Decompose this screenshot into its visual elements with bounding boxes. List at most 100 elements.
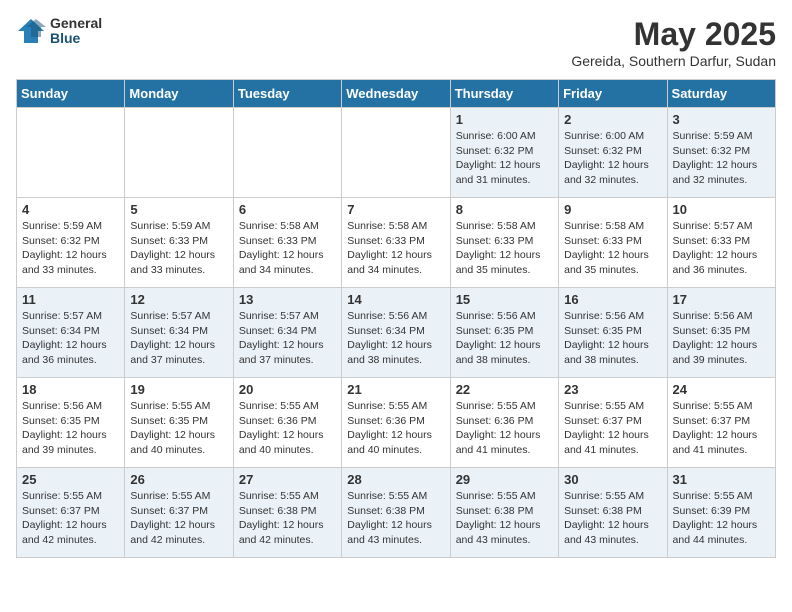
day-number: 26 — [130, 472, 227, 487]
page-header: General Blue May 2025 Gereida, Southern … — [16, 16, 776, 69]
day-info: Sunrise: 5:56 AM Sunset: 6:35 PM Dayligh… — [564, 309, 661, 368]
day-number: 22 — [456, 382, 553, 397]
calendar-cell: 16Sunrise: 5:56 AM Sunset: 6:35 PM Dayli… — [559, 288, 667, 378]
day-number: 4 — [22, 202, 119, 217]
weekday-header-wednesday: Wednesday — [342, 80, 450, 108]
calendar-cell — [233, 108, 341, 198]
day-number: 31 — [673, 472, 770, 487]
day-number: 9 — [564, 202, 661, 217]
calendar-cell: 25 Sunrise: 5:55 AM Sunset: 6:37 PM Dayli… — [17, 468, 125, 558]
day-info: Sunrise: 5:58 AM Sunset: 6:33 PM Dayligh… — [564, 219, 661, 278]
day-number: 28 — [347, 472, 444, 487]
weekday-header-friday: Friday — [559, 80, 667, 108]
day-number: 20 — [239, 382, 336, 397]
day-info: Sunrise: 5:59 AM Sunset: 6:32 PM Dayligh… — [22, 219, 119, 278]
calendar-cell: 24 Sunrise: 5:55 AM Sunset: 6:37 PM Dayli… — [667, 378, 775, 468]
weekday-header-monday: Monday — [125, 80, 233, 108]
calendar-cell: 30 Sunrise: 5:55 AM Sunset: 6:38 PM Dayli… — [559, 468, 667, 558]
weekday-header-thursday: Thursday — [450, 80, 558, 108]
calendar-cell: 8 Sunrise: 5:58 AM Sunset: 6:33 PM Daylig… — [450, 198, 558, 288]
calendar-cell: 6 Sunrise: 5:58 AM Sunset: 6:33 PM Daylig… — [233, 198, 341, 288]
weekday-header-sunday: Sunday — [17, 80, 125, 108]
calendar-cell: 9 Sunrise: 5:58 AM Sunset: 6:33 PM Daylig… — [559, 198, 667, 288]
calendar-cell: 28 Sunrise: 5:55 AM Sunset: 6:38 PM Dayli… — [342, 468, 450, 558]
day-number: 30 — [564, 472, 661, 487]
day-info: Sunrise: 5:55 AM Sunset: 6:37 PM Dayligh… — [130, 489, 227, 548]
day-info: Sunrise: 5:55 AM Sunset: 6:37 PM Dayligh… — [673, 399, 770, 458]
calendar-cell: 19Sunrise: 5:55 AM Sunset: 6:35 PM Dayli… — [125, 378, 233, 468]
day-info: Sunrise: 5:56 AM Sunset: 6:35 PM Dayligh… — [673, 309, 770, 368]
day-info: Sunrise: 5:57 AM Sunset: 6:34 PM Dayligh… — [22, 309, 119, 368]
calendar-cell: 12Sunrise: 5:57 AM Sunset: 6:34 PM Dayli… — [125, 288, 233, 378]
month-title: May 2025 — [571, 16, 776, 53]
day-number: 7 — [347, 202, 444, 217]
calendar-table: SundayMondayTuesdayWednesdayThursdayFrid… — [16, 79, 776, 558]
day-number: 29 — [456, 472, 553, 487]
calendar-cell: 22 Sunrise: 5:55 AM Sunset: 6:36 PM Dayli… — [450, 378, 558, 468]
day-info: Sunrise: 5:59 AM Sunset: 6:32 PM Dayligh… — [673, 129, 770, 188]
calendar-cell: 14 Sunrise: 5:56 AM Sunset: 6:34 PM Dayli… — [342, 288, 450, 378]
day-number: 6 — [239, 202, 336, 217]
day-info: Sunrise: 5:55 AM Sunset: 6:38 PM Dayligh… — [456, 489, 553, 548]
location-title: Gereida, Southern Darfur, Sudan — [571, 53, 776, 69]
day-info: Sunrise: 6:00 AM Sunset: 6:32 PM Dayligh… — [456, 129, 553, 188]
calendar-week-4: 18 Sunrise: 5:56 AM Sunset: 6:35 PM Dayli… — [17, 378, 776, 468]
calendar-cell: 2Sunrise: 6:00 AM Sunset: 6:32 PM Daylig… — [559, 108, 667, 198]
day-info: Sunrise: 5:55 AM Sunset: 6:37 PM Dayligh… — [22, 489, 119, 548]
day-info: Sunrise: 5:58 AM Sunset: 6:33 PM Dayligh… — [456, 219, 553, 278]
day-number: 27 — [239, 472, 336, 487]
logo: General Blue — [16, 16, 102, 47]
day-info: Sunrise: 5:59 AM Sunset: 6:33 PM Dayligh… — [130, 219, 227, 278]
day-number: 3 — [673, 112, 770, 127]
calendar-week-1: 1Sunrise: 6:00 AM Sunset: 6:32 PM Daylig… — [17, 108, 776, 198]
day-info: Sunrise: 6:00 AM Sunset: 6:32 PM Dayligh… — [564, 129, 661, 188]
day-number: 25 — [22, 472, 119, 487]
calendar-cell — [125, 108, 233, 198]
day-number: 8 — [456, 202, 553, 217]
day-number: 15 — [456, 292, 553, 307]
title-section: May 2025 Gereida, Southern Darfur, Sudan — [571, 16, 776, 69]
day-info: Sunrise: 5:55 AM Sunset: 6:37 PM Dayligh… — [564, 399, 661, 458]
day-number: 17 — [673, 292, 770, 307]
day-number: 19 — [130, 382, 227, 397]
logo-blue-text: Blue — [50, 31, 102, 46]
calendar-cell: 29 Sunrise: 5:55 AM Sunset: 6:38 PM Dayli… — [450, 468, 558, 558]
day-number: 5 — [130, 202, 227, 217]
calendar-cell: 7 Sunrise: 5:58 AM Sunset: 6:33 PM Daylig… — [342, 198, 450, 288]
day-number: 14 — [347, 292, 444, 307]
calendar-week-3: 11 Sunrise: 5:57 AM Sunset: 6:34 PM Dayli… — [17, 288, 776, 378]
day-info: Sunrise: 5:56 AM Sunset: 6:35 PM Dayligh… — [22, 399, 119, 458]
calendar-cell: 26 Sunrise: 5:55 AM Sunset: 6:37 PM Dayli… — [125, 468, 233, 558]
calendar-cell: 21Sunrise: 5:55 AM Sunset: 6:36 PM Dayli… — [342, 378, 450, 468]
day-info: Sunrise: 5:55 AM Sunset: 6:38 PM Dayligh… — [239, 489, 336, 548]
day-info: Sunrise: 5:55 AM Sunset: 6:38 PM Dayligh… — [347, 489, 444, 548]
day-info: Sunrise: 5:55 AM Sunset: 6:38 PM Dayligh… — [564, 489, 661, 548]
calendar-cell: 27 Sunrise: 5:55 AM Sunset: 6:38 PM Dayli… — [233, 468, 341, 558]
day-number: 11 — [22, 292, 119, 307]
calendar-cell: 18 Sunrise: 5:56 AM Sunset: 6:35 PM Dayli… — [17, 378, 125, 468]
weekday-header-row: SundayMondayTuesdayWednesdayThursdayFrid… — [17, 80, 776, 108]
day-info: Sunrise: 5:55 AM Sunset: 6:36 PM Dayligh… — [456, 399, 553, 458]
calendar-week-2: 4 Sunrise: 5:59 AM Sunset: 6:32 PM Daylig… — [17, 198, 776, 288]
logo-general-text: General — [50, 16, 102, 31]
day-info: Sunrise: 5:57 AM Sunset: 6:33 PM Dayligh… — [673, 219, 770, 278]
day-info: Sunrise: 5:56 AM Sunset: 6:34 PM Dayligh… — [347, 309, 444, 368]
day-number: 13 — [239, 292, 336, 307]
day-number: 24 — [673, 382, 770, 397]
calendar-week-5: 25 Sunrise: 5:55 AM Sunset: 6:37 PM Dayli… — [17, 468, 776, 558]
calendar-cell: 11 Sunrise: 5:57 AM Sunset: 6:34 PM Dayli… — [17, 288, 125, 378]
calendar-cell: 15 Sunrise: 5:56 AM Sunset: 6:35 PM Dayli… — [450, 288, 558, 378]
day-info: Sunrise: 5:56 AM Sunset: 6:35 PM Dayligh… — [456, 309, 553, 368]
day-info: Sunrise: 5:57 AM Sunset: 6:34 PM Dayligh… — [130, 309, 227, 368]
day-number: 10 — [673, 202, 770, 217]
day-info: Sunrise: 5:55 AM Sunset: 6:36 PM Dayligh… — [347, 399, 444, 458]
day-info: Sunrise: 5:58 AM Sunset: 6:33 PM Dayligh… — [239, 219, 336, 278]
calendar-cell: 31Sunrise: 5:55 AM Sunset: 6:39 PM Dayli… — [667, 468, 775, 558]
logo-icon — [16, 17, 46, 45]
weekday-header-tuesday: Tuesday — [233, 80, 341, 108]
day-info: Sunrise: 5:58 AM Sunset: 6:33 PM Dayligh… — [347, 219, 444, 278]
calendar-cell — [17, 108, 125, 198]
calendar-cell: 13 Sunrise: 5:57 AM Sunset: 6:34 PM Dayli… — [233, 288, 341, 378]
day-number: 18 — [22, 382, 119, 397]
day-info: Sunrise: 5:57 AM Sunset: 6:34 PM Dayligh… — [239, 309, 336, 368]
